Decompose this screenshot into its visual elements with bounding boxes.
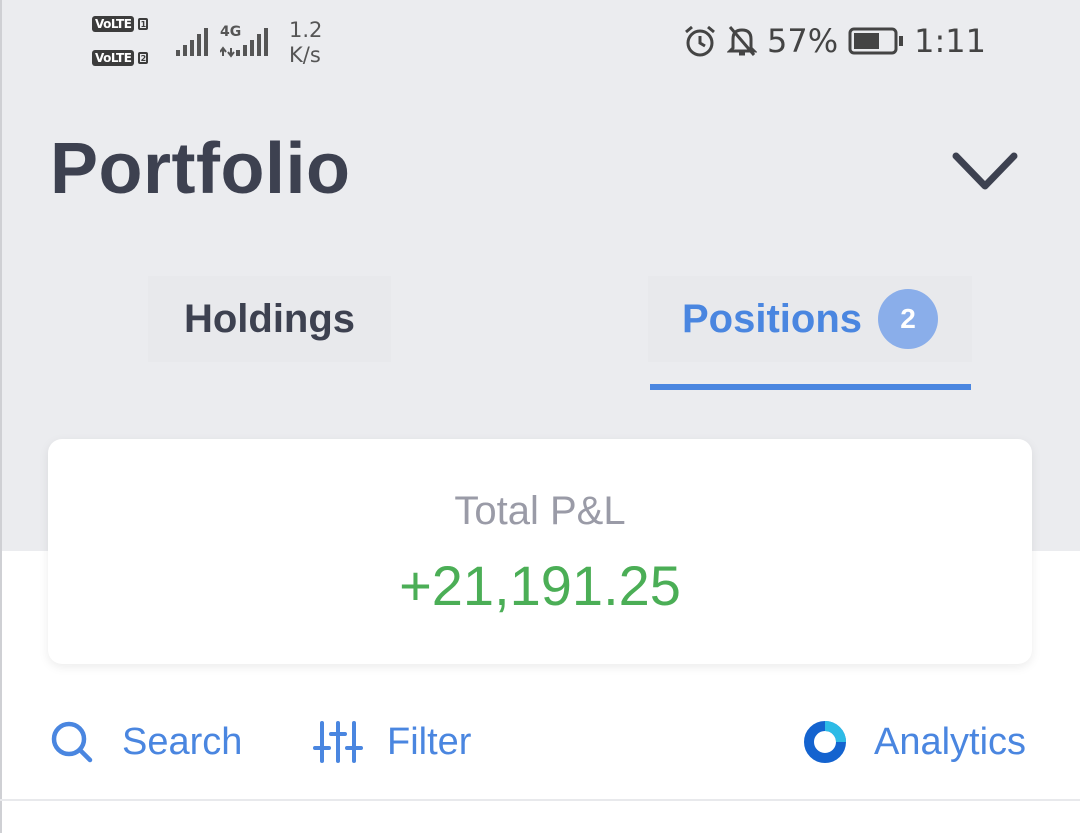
battery-percent: 57%	[767, 22, 839, 60]
search-button[interactable]: Search	[50, 714, 242, 770]
frame-edge	[0, 0, 2, 833]
status-right: 57% 1:11	[683, 22, 986, 60]
analytics-donut-icon	[804, 721, 846, 763]
analytics-button[interactable]: Analytics	[802, 714, 1026, 770]
pnl-label: Total P&L	[454, 489, 626, 533]
tab-holdings[interactable]: Holdings	[148, 276, 391, 362]
signal-icon	[176, 28, 208, 56]
filter-label: Filter	[387, 720, 472, 763]
signal-icon	[220, 28, 268, 58]
filter-sliders-icon	[313, 721, 363, 763]
network-speed: 1.2 K/s	[289, 18, 322, 68]
divider	[0, 799, 1080, 801]
sim-number: 1	[138, 18, 149, 30]
total-pnl-card: Total P&L +21,191.25	[48, 439, 1032, 664]
battery-icon	[848, 27, 904, 55]
search-label: Search	[122, 720, 243, 763]
analytics-label: Analytics	[874, 720, 1027, 763]
active-tab-indicator	[650, 384, 971, 390]
tab-label: Positions	[681, 296, 863, 341]
sim-number: 2	[138, 52, 149, 64]
tab-label: Holdings	[183, 296, 356, 341]
volte-label: VoLTE	[92, 16, 135, 32]
alarm-icon	[685, 25, 715, 57]
tab-positions[interactable]: Positions 2	[648, 276, 972, 362]
speed-unit: K/s	[289, 43, 321, 67]
count-badge: 2	[878, 289, 939, 349]
search-icon	[51, 721, 93, 763]
chevron-down-icon[interactable]	[952, 150, 1018, 194]
status-bar: VoLTE 1 VoLTE 2 4G 1.2 K/s 57% 1:11	[0, 0, 1080, 90]
speed-value: 1.2	[289, 18, 323, 42]
page-title: Portfolio	[50, 129, 351, 209]
filter-button[interactable]: Filter	[313, 714, 471, 770]
pnl-value: +21,191.25	[399, 554, 681, 617]
volte-label: VoLTE	[92, 50, 135, 66]
bell-off-icon	[727, 26, 758, 56]
volte-sim2: VoLTE 2	[92, 50, 149, 66]
clock-time: 1:11	[914, 22, 986, 60]
volte-sim1: VoLTE 1	[92, 16, 149, 32]
